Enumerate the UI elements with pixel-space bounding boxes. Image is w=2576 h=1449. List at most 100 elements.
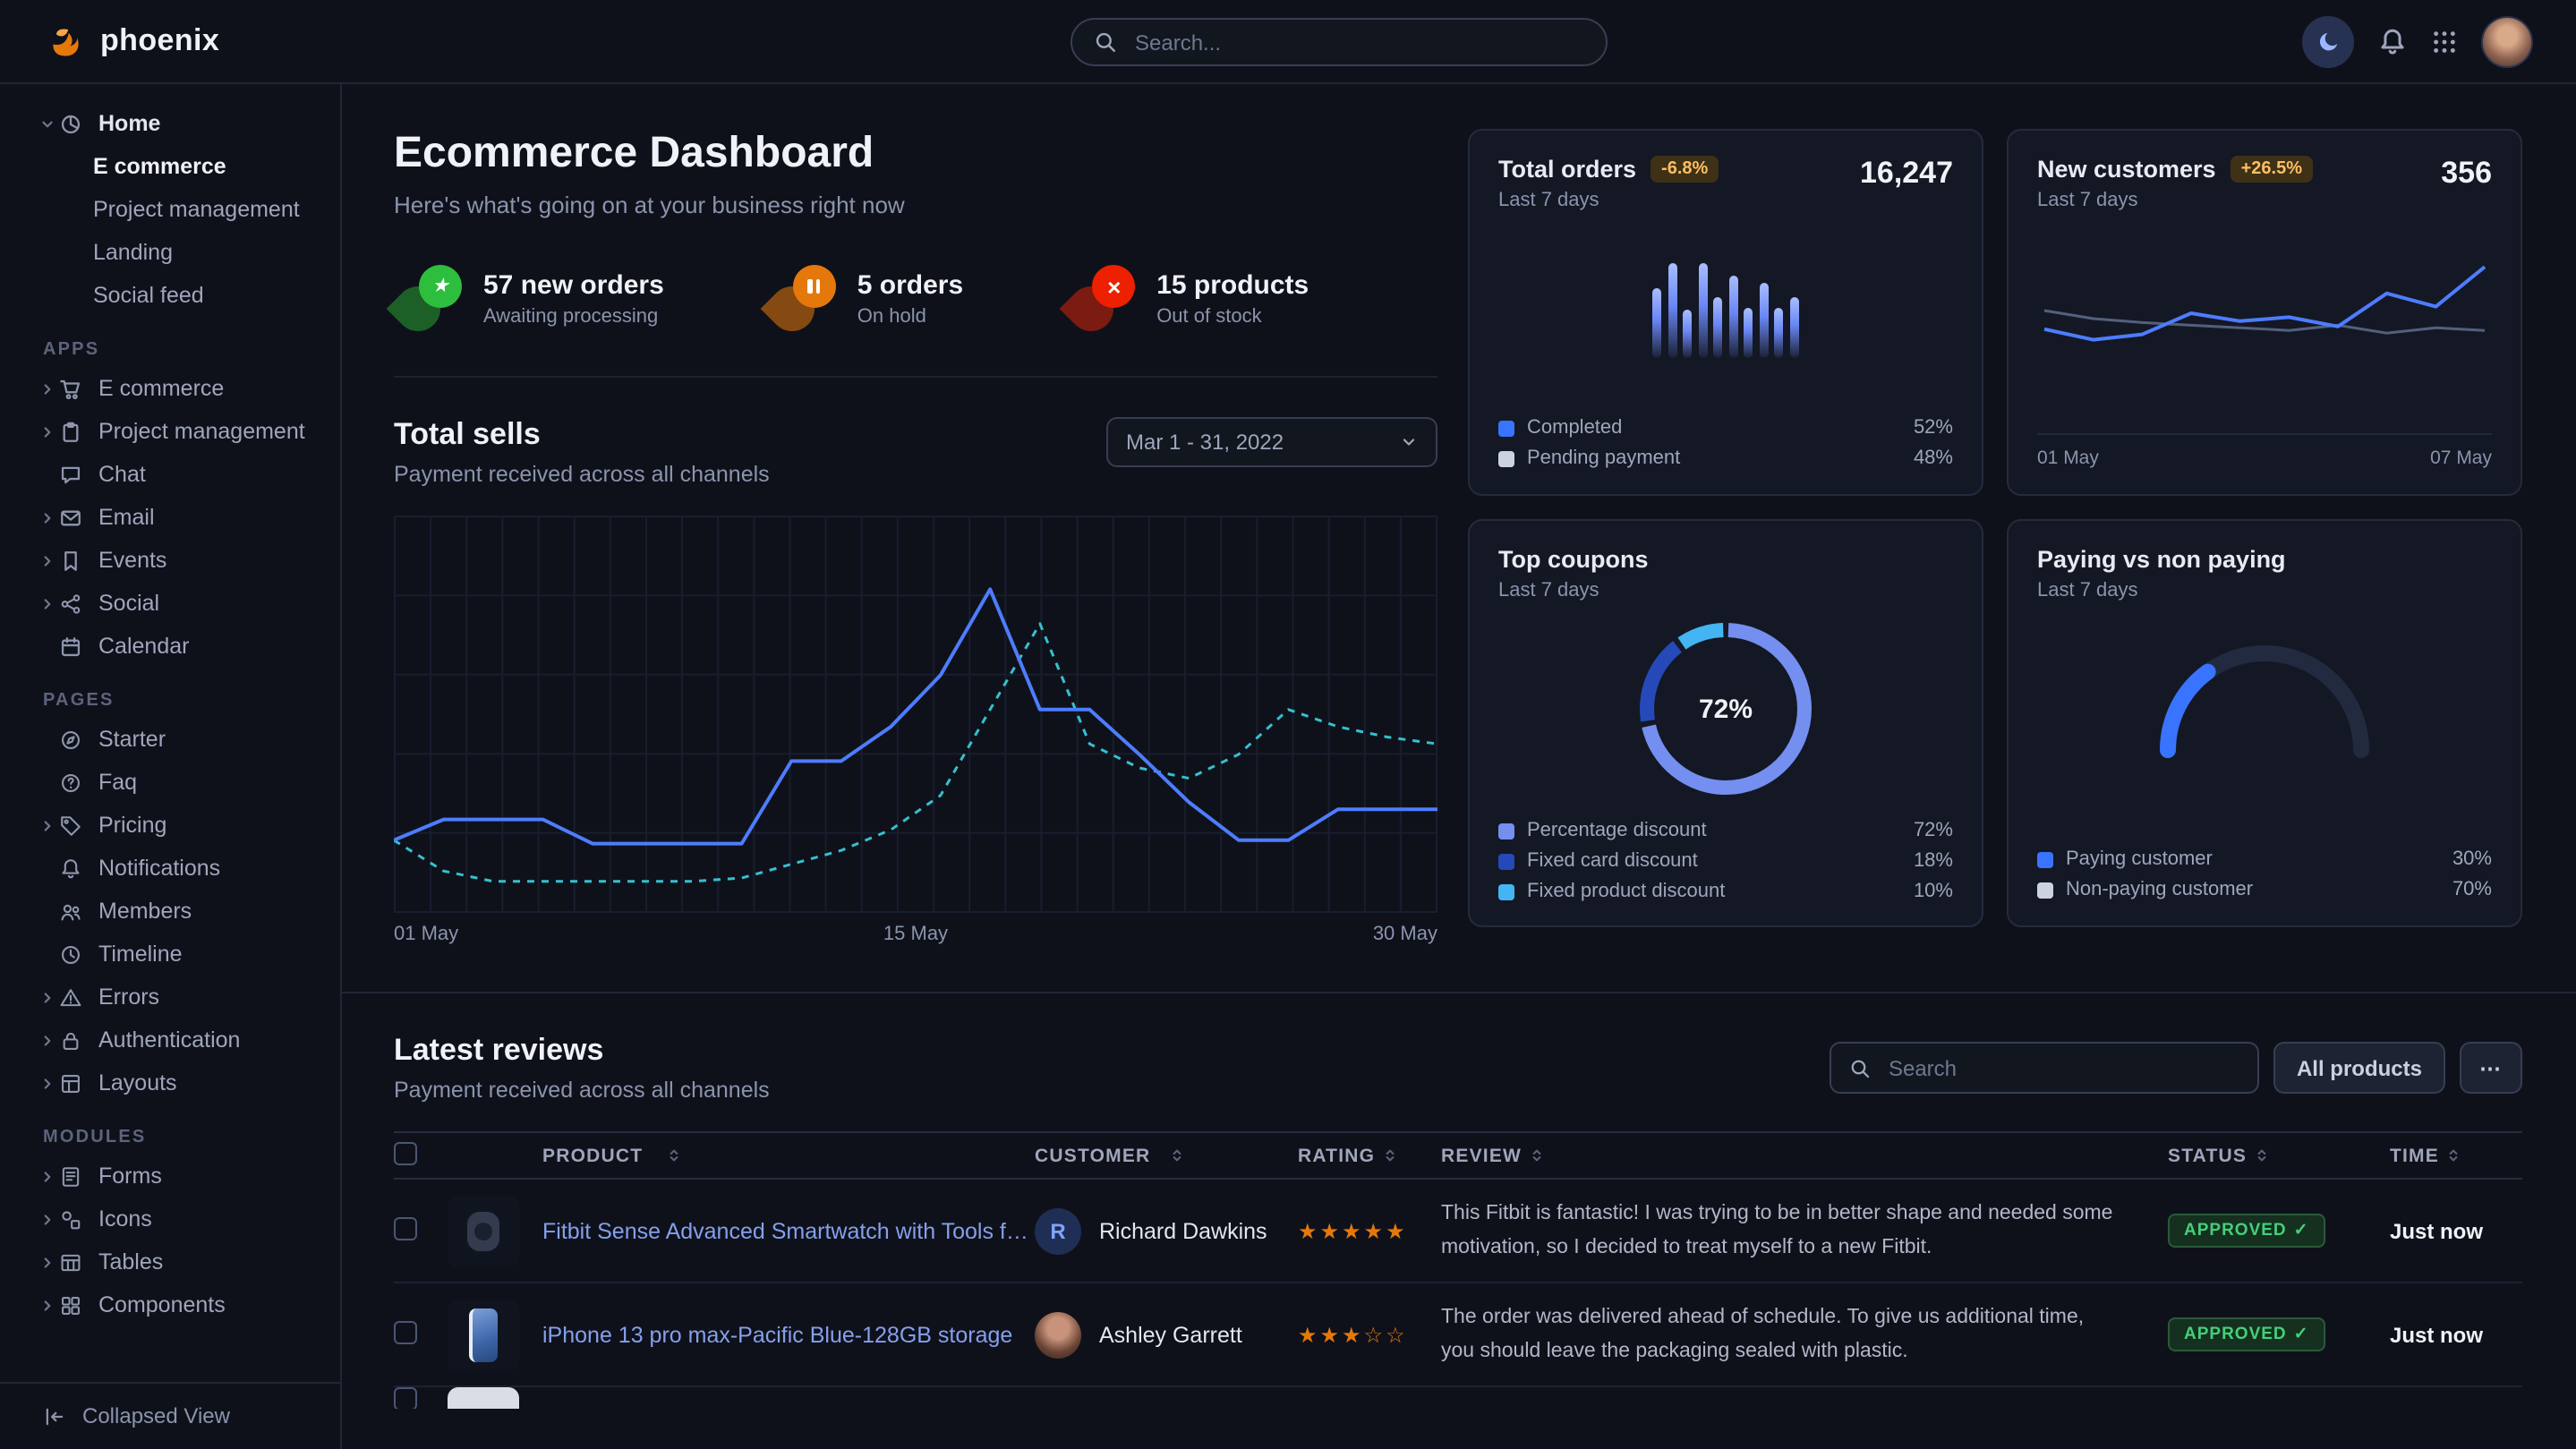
sidebar-item-label: Notifications: [98, 856, 220, 881]
compass-icon: [59, 728, 86, 751]
product-link[interactable]: iPhone 13 pro max-Pacific Blue-128GB sto…: [542, 1322, 1012, 1347]
legend-item: Fixed card discount 18%: [1498, 850, 1953, 872]
layout-icon: [59, 1071, 86, 1095]
sidebar-item-notifications[interactable]: Notifications: [0, 847, 340, 890]
sidebar-item-social[interactable]: Social: [0, 582, 340, 625]
theme-toggle[interactable]: [2302, 15, 2354, 67]
sidebar-item-chat[interactable]: Chat: [0, 453, 340, 496]
stat-caption: Awaiting processing: [483, 306, 664, 328]
column-header-customer[interactable]: CUSTOMER: [1035, 1145, 1298, 1166]
latest-reviews-section: Latest reviews Payment received across a…: [394, 993, 2522, 1409]
column-header-time[interactable]: TIME: [2390, 1145, 2522, 1166]
sidebar-item-starter[interactable]: Starter: [0, 718, 340, 761]
review-text: This Fitbit is fantastic! I was trying t…: [1441, 1204, 2112, 1258]
sidebar-item-label: Project management: [93, 197, 300, 222]
bell-icon: [59, 857, 86, 880]
brand[interactable]: phoenix: [47, 21, 219, 61]
reviews-search[interactable]: [1830, 1042, 2259, 1094]
chevron-right-icon: [39, 1254, 59, 1270]
sidebar-item-timeline[interactable]: Timeline: [0, 933, 340, 976]
sidebar-item-home[interactable]: Home: [0, 102, 340, 145]
chevron-right-icon: [39, 423, 59, 439]
global-search[interactable]: [1070, 18, 1608, 66]
sidebar-item-pricing[interactable]: Pricing: [0, 804, 340, 847]
legend-item: Non-paying customer 70%: [2037, 879, 2492, 900]
share-icon: [59, 592, 86, 615]
collapse-sidebar-button[interactable]: Collapsed View: [0, 1381, 340, 1449]
check-icon: ✓: [2294, 1221, 2309, 1240]
sort-icon: [1168, 1147, 1184, 1163]
more-options-button[interactable]: ⋯: [2460, 1042, 2522, 1094]
new-customers-x-axis: 01 May 07 May: [2037, 433, 2492, 469]
sidebar-item-email[interactable]: Email: [0, 496, 340, 539]
column-header-rating[interactable]: RATING: [1298, 1145, 1441, 1166]
sidebar-item-authentication[interactable]: Authentication: [0, 1019, 340, 1061]
sidebar-item-label: Members: [98, 899, 192, 924]
sidebar-item-social-feed[interactable]: Social feed: [0, 274, 340, 317]
column-header-product[interactable]: PRODUCT: [448, 1145, 1035, 1166]
sidebar-item-label: Social feed: [93, 283, 204, 308]
sidebar-item-ecommerce-app[interactable]: E commerce: [0, 367, 340, 410]
sidebar-item-label: Starter: [98, 727, 166, 752]
sidebar-item-landing[interactable]: Landing: [0, 231, 340, 274]
sidebar-item-icons[interactable]: Icons: [0, 1198, 340, 1240]
date-range-select[interactable]: Mar 1 - 31, 2022: [1106, 417, 1437, 467]
sidebar-item-label: Home: [98, 111, 160, 136]
card-title: Top coupons: [1498, 546, 1649, 573]
sidebar-item-project-management-app[interactable]: Project management: [0, 410, 340, 453]
row-checkbox[interactable]: [394, 1216, 417, 1240]
reviews-title: Latest reviews: [394, 1033, 770, 1069]
chevron-right-icon: [39, 1075, 59, 1091]
sidebar-item-components[interactable]: Components: [0, 1283, 340, 1326]
sidebar-item-project-management[interactable]: Project management: [0, 188, 340, 231]
sidebar-item-tables[interactable]: Tables: [0, 1240, 340, 1283]
top-coupons-donut: 72%: [1633, 616, 1819, 802]
status-badge: APPROVED ✓: [2168, 1317, 2325, 1351]
column-header-status[interactable]: STATUS: [2168, 1145, 2390, 1166]
chevron-right-icon: [39, 989, 59, 1005]
customer-avatar: R: [1035, 1207, 1081, 1254]
rating-stars: ★★★★★: [1298, 1219, 1408, 1244]
column-header-review[interactable]: REVIEW: [1441, 1145, 2168, 1166]
stat-caption: On hold: [857, 306, 963, 328]
reviews-search-input[interactable]: [1885, 1053, 2239, 1082]
select-all-checkbox[interactable]: [394, 1141, 417, 1164]
sidebar-section-pages: PAGES: [0, 691, 340, 711]
question-icon: [59, 771, 86, 794]
all-products-button[interactable]: All products: [2273, 1042, 2445, 1094]
paying-gauge-chart: [2148, 626, 2381, 759]
sidebar-item-errors[interactable]: Errors: [0, 976, 340, 1019]
sidebar-item-layouts[interactable]: Layouts: [0, 1061, 340, 1104]
bookmark-icon: [59, 549, 86, 572]
total-orders-card: Total orders -6.8% Last 7 days 16,247: [1468, 129, 1983, 496]
phoenix-logo-icon: [47, 21, 86, 61]
customer-name: Richard Dawkins: [1099, 1218, 1267, 1243]
user-avatar[interactable]: [2481, 15, 2533, 67]
row-checkbox[interactable]: [394, 1387, 417, 1409]
legend-item: Pending payment 48%: [1498, 447, 1953, 469]
notifications-bell-icon[interactable]: [2377, 26, 2408, 56]
reviews-subtitle: Payment received across all channels: [394, 1078, 770, 1103]
stat-orders-on-hold: 5 orders On hold: [768, 265, 963, 333]
table-header: PRODUCT CUSTOMER RATING REVIEW: [394, 1131, 2522, 1180]
row-checkbox[interactable]: [394, 1320, 417, 1343]
sidebar-item-members[interactable]: Members: [0, 890, 340, 933]
search-input[interactable]: [1131, 28, 1584, 56]
search-icon: [1094, 30, 1117, 54]
sidebar-item-label: Project management: [98, 419, 305, 444]
clock-icon: [59, 942, 86, 966]
sidebar-item-calendar[interactable]: Calendar: [0, 625, 340, 668]
sidebar-item-events[interactable]: Events: [0, 539, 340, 582]
sidebar-item-forms[interactable]: Forms: [0, 1155, 340, 1198]
sidebar-item-label: Components: [98, 1292, 226, 1317]
stat-value: 5 orders: [857, 270, 963, 301]
product-link[interactable]: Fitbit Sense Advanced Smartwatch with To…: [542, 1218, 1035, 1243]
apps-grid-icon[interactable]: [2431, 28, 2458, 55]
card-period: Last 7 days: [1498, 190, 1719, 211]
product-thumbnail-iphone: [448, 1299, 519, 1370]
sidebar-item-faq[interactable]: Faq: [0, 761, 340, 804]
chevron-right-icon: [39, 1032, 59, 1048]
total-orders-value: 16,247: [1860, 156, 1953, 192]
card-period: Last 7 days: [2037, 580, 2286, 601]
sidebar-item-ecommerce[interactable]: E commerce: [0, 145, 340, 188]
